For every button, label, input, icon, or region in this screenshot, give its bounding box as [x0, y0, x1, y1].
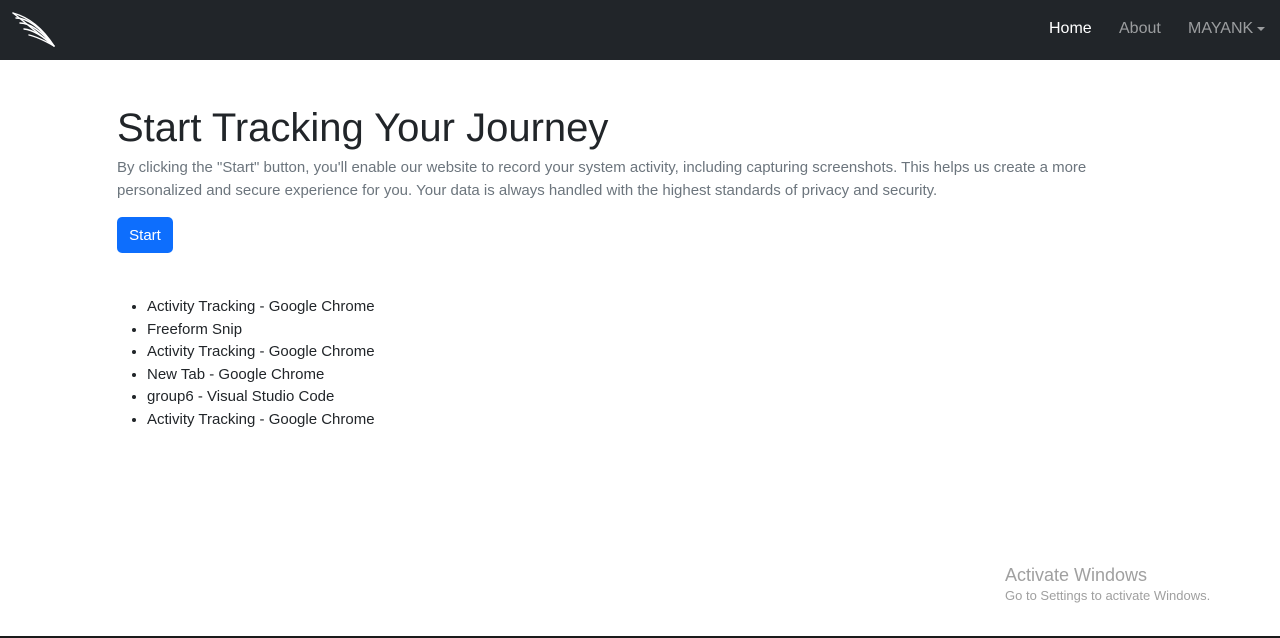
list-item: New Tab - Google Chrome — [147, 364, 375, 387]
watermark-title: Activate Windows — [1005, 565, 1148, 585]
list-item: Freeform Snip — [147, 319, 375, 342]
list-item: Activity Tracking - Google Chrome — [147, 409, 375, 432]
feather-logo-icon[interactable] — [10, 10, 58, 50]
list-item: Activity Tracking - Google Chrome — [147, 296, 375, 319]
list-item: group6 - Visual Studio Code — [147, 386, 375, 409]
activate-windows-watermark: Activate Windows Go to Settings to activ… — [1005, 564, 1210, 605]
nav-about-link[interactable]: About — [1119, 20, 1161, 38]
list-item: Activity Tracking - Google Chrome — [147, 341, 375, 364]
start-button[interactable]: Start — [117, 217, 173, 253]
nav-home-link[interactable]: Home — [1049, 20, 1092, 38]
top-navbar: Home About MAYANK — [0, 0, 1280, 60]
caret-down-icon — [1257, 27, 1266, 31]
user-name: MAYANK — [1188, 20, 1254, 37]
page-description: By clicking the "Start" button, you'll e… — [117, 159, 1087, 199]
user-dropdown-toggle[interactable]: MAYANK — [1188, 20, 1266, 38]
activity-list: Activity Tracking - Google Chrome Freefo… — [117, 296, 375, 431]
main-content: Start Tracking Your Journey By clicking … — [117, 100, 1117, 428]
page-title: Start Tracking Your Journey — [117, 106, 609, 150]
watermark-subtitle: Go to Settings to activate Windows. — [1005, 588, 1211, 603]
